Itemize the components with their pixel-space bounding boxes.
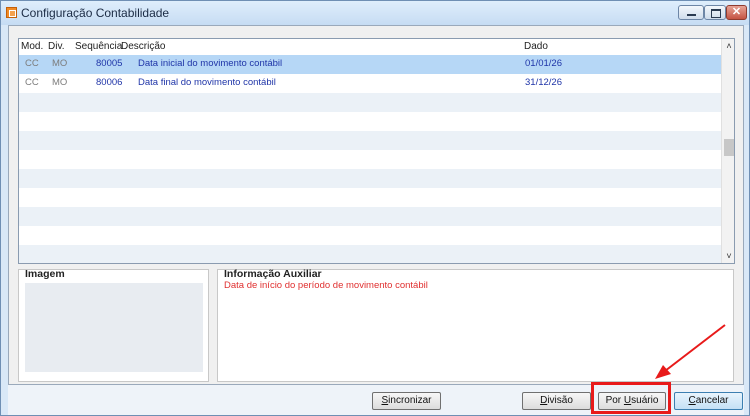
app-icon [6, 7, 17, 18]
col-seq-header[interactable]: Sequência [75, 41, 122, 52]
cancelar-button[interactable]: Cancelar [674, 392, 743, 410]
cell-div: MO [52, 58, 68, 69]
maximize-button[interactable] [704, 5, 726, 20]
cell-mod: CC [25, 58, 39, 69]
col-div-header[interactable]: Div. [48, 41, 64, 52]
image-placeholder [25, 283, 203, 372]
cell-div: MO [52, 77, 68, 88]
empty-row [19, 207, 721, 226]
cell-dado: 01/01/26 [525, 58, 562, 69]
sincronizar-button[interactable]: Sincronizar [372, 392, 441, 410]
empty-row [19, 131, 721, 150]
divisao-button[interactable]: Divisão [522, 392, 591, 410]
table-row[interactable]: CC MO 80005 Data inicial do movimento co… [19, 55, 721, 74]
title-bar[interactable]: Configuração Contabilidade ✕ [1, 1, 749, 25]
empty-row [19, 245, 721, 263]
main-window: Configuração Contabilidade ✕ Mod. Div. S… [0, 0, 750, 416]
window-title: Configuração Contabilidade [21, 6, 170, 20]
empty-row [19, 188, 721, 207]
cell-desc: Data final do movimento contábil [138, 77, 276, 88]
empty-row [19, 169, 721, 188]
minimize-button[interactable] [678, 5, 704, 20]
image-panel-title: Imagem [25, 268, 65, 280]
col-dado-header[interactable]: Dado [524, 41, 548, 52]
scroll-down-icon[interactable]: ˅ [723, 249, 734, 263]
cell-seq: 80006 [96, 77, 123, 88]
col-mod-header[interactable]: Mod. [21, 41, 43, 52]
close-button[interactable]: ✕ [726, 5, 747, 20]
empty-row [19, 150, 721, 169]
cell-dado: 31/12/26 [525, 77, 562, 88]
cell-desc: Data inicial do movimento contábil [138, 58, 283, 69]
scroll-thumb[interactable] [724, 139, 734, 156]
empty-row [19, 93, 721, 112]
annotation-arrow-icon [655, 324, 726, 379]
table-row[interactable]: CC MO 80006 Data final do movimento cont… [19, 74, 721, 93]
col-desc-header[interactable]: Descrição [121, 41, 165, 52]
cell-mod: CC [25, 77, 39, 88]
grid-scrollbar[interactable]: ˄ ˅ [721, 39, 734, 263]
info-panel-title: Informação Auxiliar [224, 268, 322, 280]
config-grid: Mod. Div. Sequência Descrição Dado CC MO… [18, 38, 735, 264]
annotation-highlight-box [591, 382, 671, 414]
grid-header: Mod. Div. Sequência Descrição Dado [19, 39, 721, 56]
empty-row [19, 226, 721, 245]
scroll-up-icon[interactable]: ˄ [723, 39, 734, 53]
info-text: Data de início do período de movimento c… [224, 280, 428, 291]
cell-seq: 80005 [96, 58, 123, 69]
empty-row [19, 112, 721, 131]
